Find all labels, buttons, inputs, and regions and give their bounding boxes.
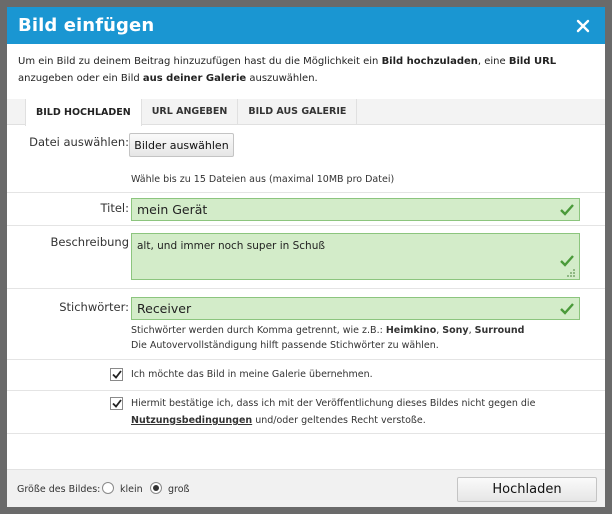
size-option-small: klein: [120, 484, 143, 495]
keywords-hint-text: Stichwörter werden durch Komma getrennt,…: [131, 325, 386, 336]
terms-text: und/oder geltendes Recht verstoße.: [252, 415, 426, 426]
tab-gallery[interactable]: BILD AUS GALERIE: [238, 99, 358, 124]
keywords-example: Sony: [442, 325, 469, 336]
insert-image-dialog: Bild einfügen Um ein Bild zu deinem Beit…: [7, 7, 605, 507]
checkmark-icon: [560, 255, 574, 267]
resize-handle-icon[interactable]: [566, 268, 576, 278]
checkmark-icon: [111, 370, 122, 379]
intro-part: auszuwählen.: [246, 73, 318, 84]
description-textarea[interactable]: alt, und immer noch super in Schuß: [131, 233, 580, 280]
title-input[interactable]: mein Gerät: [131, 198, 580, 221]
keywords-input[interactable]: Receiver: [131, 297, 580, 320]
size-radio-small[interactable]: [102, 482, 114, 494]
checkmark-icon: [560, 204, 574, 216]
divider: [7, 225, 605, 226]
terms-text: Hiermit bestätige ich, dass ich mit der …: [131, 398, 536, 409]
terms-checkbox-label: Hiermit bestätige ich, dass ich mit der …: [131, 395, 535, 429]
keywords-example: Heimkino: [385, 325, 437, 336]
file-label: Datei auswählen:: [29, 135, 129, 149]
file-hint: Wähle bis zu 15 Dateien aus (maximal 10M…: [131, 174, 395, 185]
keywords-label: Stichwörter:: [59, 300, 129, 314]
dialog-footer: Größe des Bildes: klein groß Hochladen: [7, 469, 605, 507]
dialog-titlebar: Bild einfügen: [7, 7, 605, 44]
divider: [7, 288, 605, 289]
size-radio-large[interactable]: [150, 482, 162, 494]
intro-bold-url: Bild URL: [508, 56, 557, 67]
dialog-title: Bild einfügen: [18, 15, 155, 36]
autocomplete-hint: Die Autovervollständigung hilft passende…: [131, 340, 439, 351]
intro-part: , eine: [477, 56, 509, 67]
terms-link[interactable]: Nutzungsbedingungen: [131, 415, 252, 426]
choose-images-button[interactable]: Bilder auswählen: [129, 133, 234, 157]
title-label: Titel:: [100, 201, 129, 215]
dialog-overlay: Bild einfügen Um ein Bild zu deinem Beit…: [0, 0, 612, 514]
terms-checkbox[interactable]: [110, 397, 123, 410]
divider: [7, 390, 605, 391]
keywords-input-value: Receiver: [137, 301, 192, 316]
checkmark-icon: [111, 399, 122, 408]
checkmark-icon: [560, 303, 574, 315]
tab-bar: BILD HOCHLADEN URL ANGEBEN BILD AUS GALE…: [7, 99, 605, 126]
intro-part: anzugeben oder ein Bild: [18, 73, 143, 84]
tab-upload[interactable]: BILD HOCHLADEN: [25, 99, 142, 126]
upload-button[interactable]: Hochladen: [457, 477, 597, 502]
divider: [7, 192, 605, 193]
divider: [7, 359, 605, 360]
keywords-hint: Stichwörter werden durch Komma getrennt,…: [131, 323, 525, 353]
intro-bold-upload: Bild hochzuladen: [381, 56, 478, 67]
description-value: alt, und immer noch super in Schuß: [137, 240, 325, 252]
intro-text: Um ein Bild zu deinem Beitrag hinzuzufüg…: [7, 44, 605, 99]
divider: [7, 433, 605, 434]
description-label: Beschreibung: [50, 235, 130, 249]
image-size-label: Größe des Bildes:: [17, 484, 101, 495]
intro-bold-gallery: aus deiner Galerie: [142, 73, 247, 84]
intro-part: Um ein Bild zu deinem Beitrag hinzuzufüg…: [18, 56, 382, 67]
title-input-value: mein Gerät: [137, 202, 208, 217]
keywords-example: Surround: [474, 325, 525, 336]
radio-selected-dot: [153, 485, 159, 491]
size-option-large: groß: [168, 484, 190, 495]
gallery-checkbox-label: Ich möchte das Bild in meine Galerie übe…: [131, 369, 373, 380]
close-icon: [576, 19, 590, 32]
close-button[interactable]: [571, 14, 595, 38]
gallery-checkbox[interactable]: [110, 368, 123, 381]
tab-url[interactable]: URL ANGEBEN: [142, 99, 239, 124]
